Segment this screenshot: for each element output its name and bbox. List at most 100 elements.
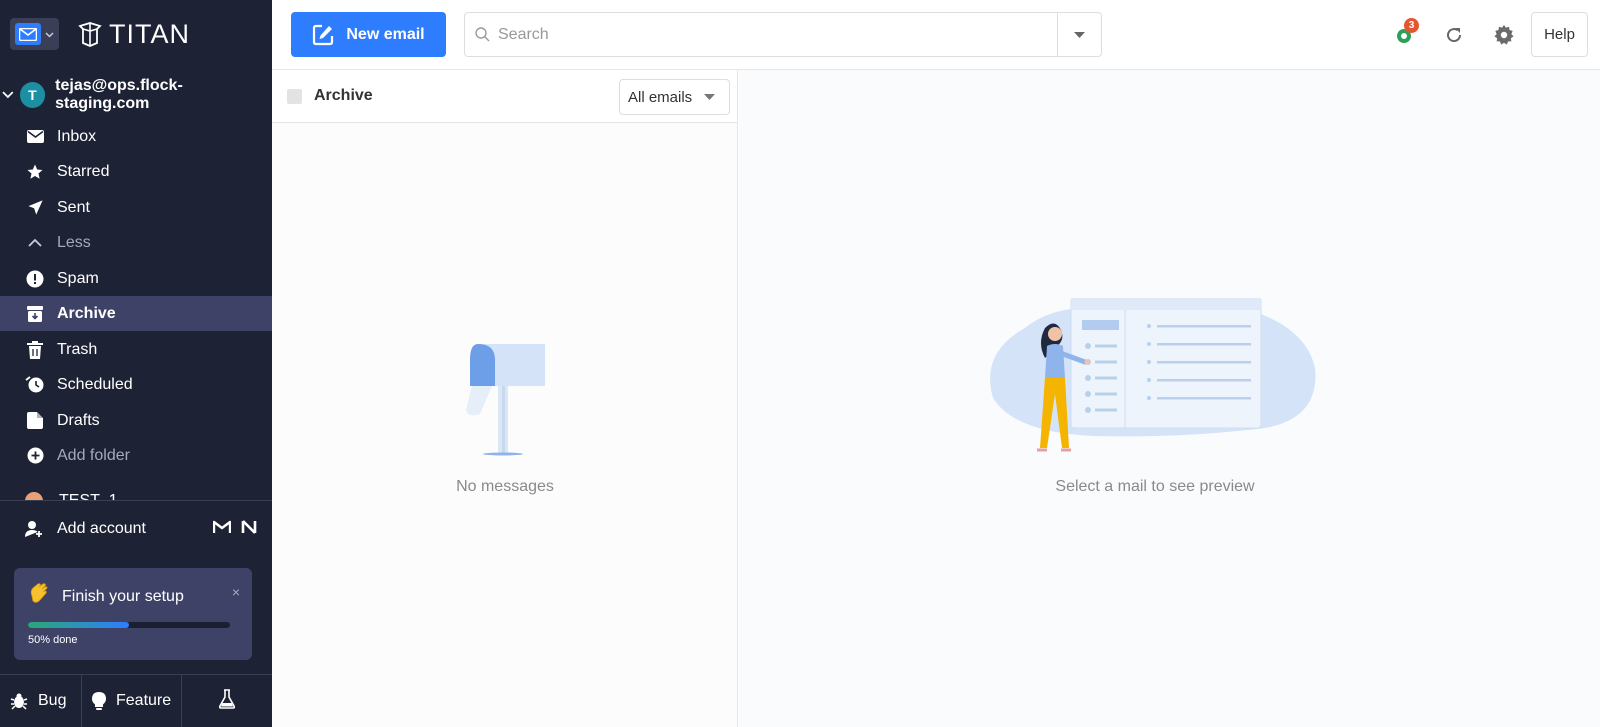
flask-icon [218, 688, 236, 714]
brand-name: TITAN [109, 18, 190, 49]
help-button[interactable]: Help [1531, 12, 1588, 57]
folder-title: Archive [314, 87, 373, 104]
sidebar-item-inbox[interactable]: Inbox [0, 119, 272, 154]
close-icon[interactable]: × [232, 584, 240, 600]
bug-report-button[interactable]: Bug [0, 675, 82, 727]
avatar: T [19, 82, 46, 108]
sidebar-item-label: Scheduled [57, 375, 133, 393]
labs-button[interactable] [182, 675, 272, 727]
star-icon [25, 162, 45, 182]
refresh-button[interactable] [1429, 12, 1479, 57]
setup-title: Finish your setup [62, 587, 184, 605]
sidebar-item-label: Spam [57, 269, 99, 287]
empty-list-state: No messages [272, 340, 738, 496]
caret-down-icon [1074, 31, 1085, 38]
empty-preview-message: Select a mail to see preview [1055, 478, 1255, 495]
filter-value: All emails [628, 88, 693, 106]
new-email-button[interactable]: New email [291, 12, 446, 57]
add-account-label: Add account [57, 520, 146, 537]
notification-badge: 3 [1404, 18, 1419, 33]
brand-bar: TITAN [10, 18, 190, 50]
second-account-row[interactable]: TEST_1 [0, 486, 272, 500]
refresh-icon [1447, 27, 1462, 42]
mail-app-icon [15, 23, 41, 45]
divider [0, 500, 272, 501]
setup-card[interactable]: Finish your setup × 50% done [14, 568, 252, 660]
email-filter-select[interactable]: All emails [619, 79, 730, 115]
bug-icon [10, 692, 28, 710]
sidebar-item-drafts[interactable]: Drafts [0, 403, 272, 438]
list-header: Archive All emails [272, 70, 737, 123]
select-all-checkbox[interactable] [287, 88, 302, 104]
caret-down-icon [704, 94, 716, 100]
second-account-label: TEST_1 [59, 492, 118, 500]
new-email-label: New email [346, 25, 425, 43]
archive-icon [25, 304, 45, 324]
search-bar[interactable] [464, 12, 1102, 57]
avatar [25, 492, 43, 500]
sidebar-item-label: Less [57, 233, 91, 251]
chevron-down-icon [45, 25, 54, 43]
titan-logo: TITAN [77, 19, 190, 50]
sidebar-item-spam[interactable]: Spam [0, 261, 272, 296]
trash-icon [25, 340, 45, 360]
sidebar-item-trash[interactable]: Trash [0, 332, 272, 367]
message-list-pane: Archive All emails No messages [272, 70, 738, 727]
chevron-down-icon[interactable] [2, 91, 14, 99]
top-toolbar: New email 3 Help [272, 0, 1600, 70]
search-icon [475, 27, 490, 42]
sidebar-item-label: Drafts [57, 411, 100, 429]
app-window: TITAN T tejas@ops.flock-staging.com Inbo… [0, 0, 1600, 727]
titan-logo-icon [78, 22, 102, 47]
sidebar-item-label: Trash [57, 340, 98, 358]
empty-preview-state: Select a mail to see preview [985, 298, 1325, 496]
preview-pane: Select a mail to see preview [739, 70, 1600, 727]
waving-hand-icon [28, 582, 50, 611]
sidebar-footer: Bug Feature [0, 674, 272, 727]
draft-icon [25, 411, 45, 431]
sidebar-item-label: Sent [57, 198, 90, 216]
empty-list-message: No messages [456, 478, 554, 495]
sidebar-item-starred[interactable]: Starred [0, 154, 272, 189]
compose-icon [312, 24, 334, 46]
sidebar-item-label: Archive [57, 304, 116, 322]
sidebar: TITAN T tejas@ops.flock-staging.com Inbo… [0, 0, 272, 727]
search-input[interactable] [498, 25, 1057, 44]
exclamation-icon [25, 269, 45, 289]
sidebar-item-add-folder[interactable]: Add folder [0, 438, 272, 473]
bug-label: Bug [38, 692, 67, 709]
sidebar-item-scheduled[interactable]: Scheduled [0, 367, 272, 402]
search-options-dropdown[interactable] [1057, 13, 1101, 56]
status-indicator-button[interactable]: 3 [1379, 12, 1429, 57]
setup-progress-fill [28, 622, 129, 628]
account-row[interactable]: T tejas@ops.flock-staging.com [0, 77, 272, 112]
add-account-button[interactable]: Add account [0, 512, 272, 546]
lightbulb-icon [92, 691, 106, 711]
add-user-icon [25, 520, 45, 538]
preview-illustration [990, 298, 1316, 452]
sidebar-item-label: Starred [57, 162, 110, 180]
setup-progress-bar [28, 622, 230, 628]
sidebar-item-sent[interactable]: Sent [0, 190, 272, 225]
envelope-icon [25, 127, 45, 147]
sidebar-item-label: Inbox [57, 127, 97, 145]
paper-plane-icon [25, 198, 45, 218]
mailbox-illustration [466, 344, 545, 456]
app-switcher[interactable] [10, 18, 59, 50]
sidebar-item-archive[interactable]: Archive [0, 296, 272, 331]
outlook-icon[interactable] [241, 519, 257, 540]
toolbar-actions: 3 Help [1379, 12, 1588, 57]
sidebar-item-label: Add folder [57, 446, 130, 464]
account-email: tejas@ops.flock-staging.com [55, 77, 183, 112]
settings-button[interactable] [1479, 12, 1529, 57]
clock-icon [25, 375, 45, 395]
gear-icon [1494, 24, 1514, 45]
gmail-icon[interactable] [212, 520, 232, 539]
setup-title-row: Finish your setup [28, 582, 238, 611]
setup-progress-label: 50% done [28, 634, 78, 646]
feature-request-button[interactable]: Feature [82, 675, 182, 727]
feature-label: Feature [116, 692, 172, 709]
plus-circle-icon [25, 446, 45, 466]
chevron-up-icon [25, 233, 45, 253]
sidebar-item-less[interactable]: Less [0, 225, 272, 260]
